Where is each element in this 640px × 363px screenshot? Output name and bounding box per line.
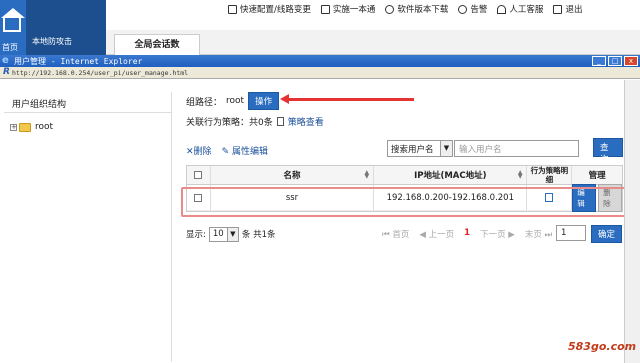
query-button[interactable]: 查询: [593, 138, 623, 165]
home-label: 首页: [2, 43, 18, 52]
left-nav-band: 本地防攻击: [26, 0, 106, 55]
prev-page-link[interactable]: ◀ 上一页: [419, 228, 454, 240]
policy-info: 关联行为策略：共0条 策略查看: [186, 115, 324, 128]
operate-button[interactable]: 操作: [248, 92, 280, 110]
menu-label: 软件版本下载: [397, 5, 449, 15]
confirm-button[interactable]: 确定: [591, 225, 623, 243]
menu-exit[interactable]: 退出: [553, 3, 582, 15]
tab-bar: 全局会话数: [106, 30, 640, 55]
attr-edit-link[interactable]: ✎ 属性编辑: [222, 144, 268, 157]
ie-logo-icon: e: [2, 55, 9, 66]
user-icon: [497, 4, 507, 14]
group-path: 组路径： root 操作: [186, 92, 280, 110]
col-behavior: 行为策略明细: [527, 166, 573, 184]
menu-alarm[interactable]: 告警: [458, 3, 487, 15]
search-type-value: 搜索用户名: [391, 145, 434, 155]
select-all-checkbox[interactable]: [194, 171, 203, 179]
minimize-button[interactable]: _: [592, 56, 606, 66]
chevron-down-icon: ▼: [226, 227, 238, 241]
menu-label: 快速配置/线路变更: [240, 5, 311, 15]
current-page: 1: [464, 228, 471, 238]
org-tree-header: 用户组织结构: [12, 100, 67, 110]
menu-software-download[interactable]: 软件版本下载: [385, 3, 448, 15]
annotation-arrow: [280, 94, 414, 104]
page-nav: ⏮ 首页 ◀ 上一页 1 下一页 ▶ 末页 ⏭: [382, 228, 552, 240]
first-page-link[interactable]: ⏮ 首页: [382, 228, 409, 240]
delete-link[interactable]: ✕删除: [186, 144, 212, 157]
divider: [4, 112, 172, 113]
group-path-label: 组路径：: [186, 97, 223, 108]
tab-global-sessions[interactable]: 全局会话数: [114, 34, 200, 55]
page-size-label: 显示:: [186, 230, 206, 240]
tree-node-label[interactable]: root: [35, 122, 53, 132]
address-url[interactable]: http://192.168.0.254/user_pi/user_manage…: [12, 69, 188, 77]
edit-icon: ✎: [221, 147, 232, 157]
menu-label: 退出: [565, 5, 583, 15]
lightning-icon: [228, 4, 237, 14]
last-page-link[interactable]: 末页 ⏭: [525, 228, 552, 240]
col-name[interactable]: 名称 ▲ ▼: [211, 166, 375, 184]
nav-local-attack-defense[interactable]: 本地防攻击: [32, 36, 72, 47]
policy-count-label: 关联行为策略：共0条: [186, 118, 273, 128]
folder-icon: [19, 122, 31, 132]
menu-customer-service[interactable]: 人工客服: [497, 3, 543, 15]
app-header: 首页 本地防攻击 快速配置/线路变更 实施一本通 软件版本下载 告警 人工客服 …: [0, 0, 640, 55]
vertical-scrollbar[interactable]: [624, 80, 640, 363]
expand-icon[interactable]: +: [10, 123, 17, 131]
window-controls: _ □ x: [592, 56, 638, 66]
org-tree-panel: 用户组织结构 + root: [4, 92, 172, 362]
home-panel[interactable]: 首页: [0, 0, 26, 55]
menu-quick-config[interactable]: 快速配置/线路变更: [228, 3, 311, 15]
col-ip[interactable]: IP地址(MAC地址) ▲ ▼: [374, 166, 528, 184]
record-summary: 条 共1条: [241, 230, 276, 240]
next-page-link[interactable]: 下一页 ▶: [480, 228, 515, 240]
ie-window-title: 用户管理 - Internet Explorer: [14, 57, 143, 66]
page-content: 用户组织结构 + root 组路径： root 操作 关联行为策略：共0条 策略…: [0, 80, 640, 363]
pagination: 显示: 10 ▼ 条 共1条 ⏮ 首页 ◀ 上一页 1 下一页 ▶ 末页 ⏭ 1 …: [186, 223, 623, 245]
search-input[interactable]: 输入用户名: [454, 140, 579, 157]
tree-node-root[interactable]: + root: [10, 122, 53, 132]
home-icon-body: [3, 18, 21, 32]
exit-icon: [553, 4, 563, 14]
chevron-down-icon: ▼: [440, 141, 452, 156]
jump-page-input[interactable]: 1: [556, 225, 586, 241]
menu-label: 人工客服: [509, 5, 544, 15]
select-all-cell: [187, 166, 211, 184]
home-icon: [1, 8, 25, 18]
x-icon: ✕: [186, 147, 194, 157]
sort-icon[interactable]: ▲ ▼: [518, 170, 523, 180]
ie-title-bar[interactable]: e 用户管理 - Internet Explorer _ □ x: [0, 55, 640, 67]
table-header: 名称 ▲ ▼ IP地址(MAC地址) ▲ ▼ 行为策略明细 管理: [187, 166, 622, 185]
page-size-select[interactable]: 10 ▼: [208, 226, 239, 242]
book-icon: [320, 4, 330, 14]
menu-label: 告警: [470, 5, 488, 15]
col-manage: 管理: [588, 171, 606, 181]
top-menu: 快速配置/线路变更 实施一本通 软件版本下载 告警 人工客服 退出: [228, 3, 582, 15]
group-path-value: root: [226, 96, 245, 106]
page-icon: R: [3, 67, 10, 77]
search-type-select[interactable]: 搜索用户名 ▼: [387, 140, 453, 157]
toolbar: ✕删除 ✎ 属性编辑 搜索用户名 ▼ 输入用户名 查询: [186, 137, 623, 165]
close-button[interactable]: x: [624, 56, 638, 66]
menu-implementation-guide[interactable]: 实施一本通: [320, 3, 376, 15]
maximize-button[interactable]: □: [608, 56, 622, 66]
document-icon: [276, 117, 284, 126]
policy-view-link[interactable]: 策略查看: [288, 115, 324, 128]
menu-label: 实施一本通: [332, 5, 376, 15]
sort-icon[interactable]: ▲ ▼: [365, 170, 370, 180]
row-highlight-annotation: [181, 187, 627, 217]
download-icon: [385, 4, 395, 14]
watermark: 583go.com: [568, 340, 637, 353]
bell-icon: [458, 4, 468, 14]
ie-address-bar[interactable]: R http://192.168.0.254/user_pi/user_mana…: [0, 67, 640, 79]
